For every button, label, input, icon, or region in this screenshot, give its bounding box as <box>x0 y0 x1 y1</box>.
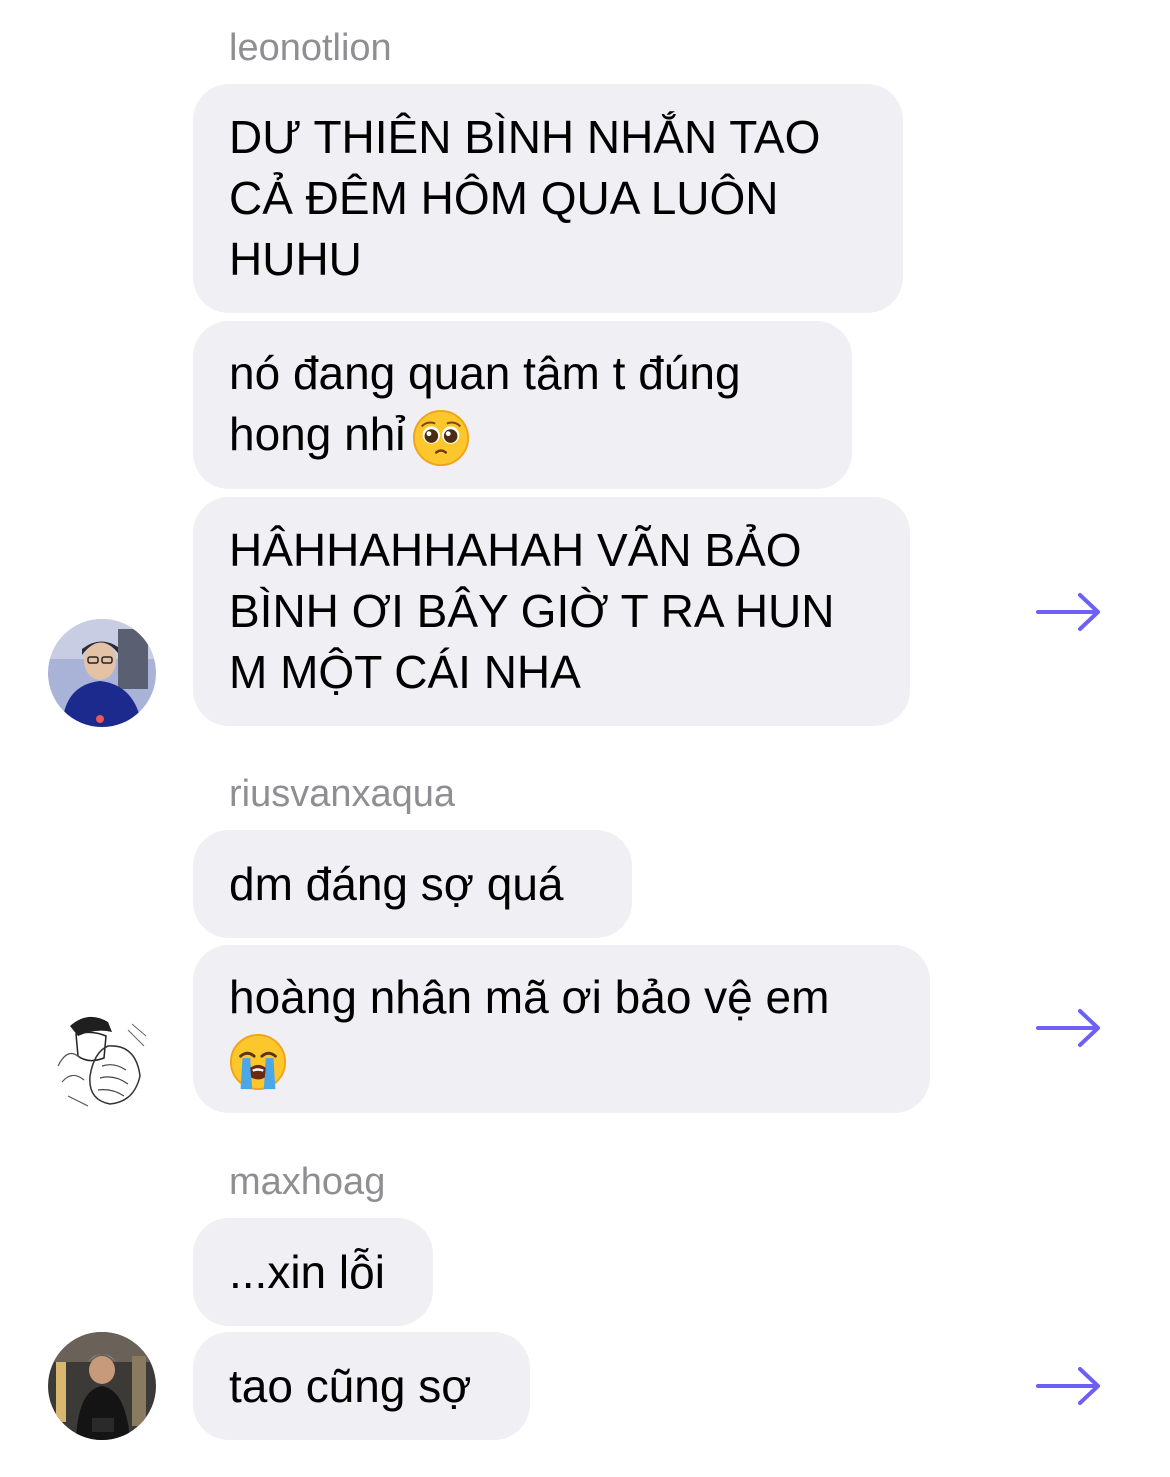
message-bubble[interactable]: ...xin lỗi <box>193 1218 433 1326</box>
avatar[interactable] <box>48 619 156 727</box>
user-avatar-icon <box>48 1006 156 1114</box>
message-text: HÂHHAHHAHAH VÃN BẢO BÌNH ƠI BÂY GIỜ T RA… <box>229 524 835 698</box>
share-arrow-icon[interactable] <box>1036 1008 1102 1048</box>
message-bubble[interactable]: nó đang quan tâm t đúng hong nhỉ <box>193 321 852 489</box>
message-text: DƯ THIÊN BÌNH NHẮN TAO CẢ ĐÊM HÔM QUA LU… <box>229 111 821 285</box>
message-text: nó đang quan tâm t đúng hong nhỉ <box>229 347 741 461</box>
message-text: ...xin lỗi <box>229 1245 385 1298</box>
avatar[interactable] <box>48 1332 156 1440</box>
avatar[interactable] <box>48 1006 156 1114</box>
message-text-wrap: nó đang quan tâm t đúng hong nhỉ <box>229 343 816 467</box>
message-bubble[interactable]: tao cũng sợ <box>193 1332 530 1440</box>
pleading-face-emoji-icon <box>412 409 469 466</box>
message-text: dm đáng sợ quá <box>229 857 564 910</box>
message-text: tao cũng sợ <box>229 1359 472 1412</box>
share-arrow-icon[interactable] <box>1036 592 1102 632</box>
loudly-crying-face-emoji-icon <box>229 1033 287 1090</box>
sender-name-leonotlion: leonotlion <box>229 27 392 69</box>
message-bubble[interactable]: DƯ THIÊN BÌNH NHẮN TAO CẢ ĐÊM HÔM QUA LU… <box>193 84 903 313</box>
user-avatar-icon <box>48 1332 156 1440</box>
sender-name-riusvanxaqua: riusvanxaqua <box>229 773 456 815</box>
share-arrow-icon[interactable] <box>1036 1366 1102 1406</box>
message-bubble[interactable]: hoàng nhân mã ơi bảo vệ em <box>193 945 930 1113</box>
message-bubble[interactable]: dm đáng sợ quá <box>193 830 632 938</box>
message-bubble[interactable]: HÂHHAHHAHAH VÃN BẢO BÌNH ƠI BÂY GIỜ T RA… <box>193 497 910 726</box>
message-text: hoàng nhân mã ơi bảo vệ em <box>229 971 830 1024</box>
user-avatar-icon <box>48 619 156 727</box>
sender-name-maxhoag: maxhoag <box>229 1161 386 1203</box>
message-text-wrap: hoàng nhân mã ơi bảo vệ em <box>229 967 829 1091</box>
